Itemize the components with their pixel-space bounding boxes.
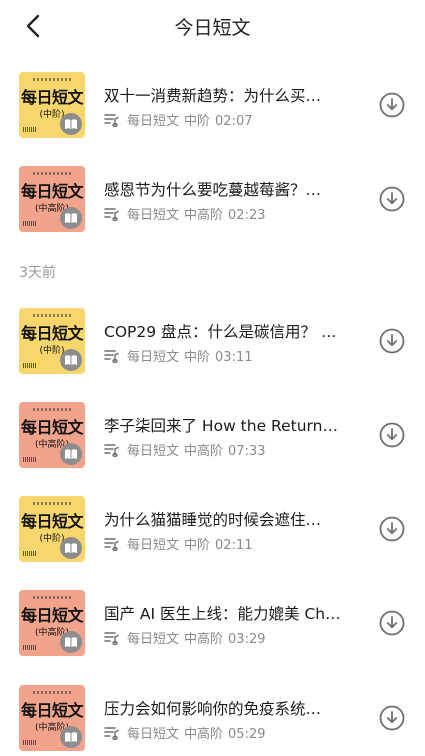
item-title[interactable]: 双十一消费新趋势：为什么买… [104, 84, 344, 106]
download-circle-icon[interactable] [379, 610, 405, 636]
level-label: 中高阶 [184, 727, 224, 742]
cover-image[interactable]: 每日短文 (中高阶) [19, 590, 85, 656]
meta-text: 每日短文 中高阶 07:33 [127, 440, 266, 459]
channel-name: 每日短文 [127, 538, 180, 553]
list-item[interactable]: 每日短文 (中高阶) 感恩节为什么要吃蔓越莓酱？… 每日短文 中高阶 02:23 [0, 166, 425, 246]
playlist-icon [104, 444, 119, 457]
channel-name: 每日短文 [127, 632, 180, 647]
level-label: 中阶 [184, 538, 211, 553]
meta-text: 每日短文 中阶 03:11 [127, 346, 253, 365]
cover-title: 每日短文 [20, 701, 84, 720]
channel-name: 每日短文 [127, 727, 180, 742]
cover-image[interactable]: 每日短文 (中高阶) [19, 166, 85, 232]
barcode-decoration [23, 551, 37, 556]
cover-decoration [33, 78, 71, 81]
cover-decoration [33, 691, 71, 694]
cover-title: 每日短文 [20, 324, 84, 343]
meta-text: 每日短文 中高阶 02:23 [127, 204, 266, 223]
playlist-icon [104, 114, 119, 127]
meta-text: 每日短文 中阶 02:07 [127, 110, 253, 129]
item-title[interactable]: 感恩节为什么要吃蔓越莓酱？… [104, 178, 344, 200]
cover-decoration [33, 314, 71, 317]
level-label: 中高阶 [184, 444, 224, 459]
book-icon [60, 349, 82, 371]
cover-title: 每日短文 [20, 88, 84, 107]
level-label: 中阶 [184, 114, 211, 129]
download-circle-icon[interactable] [379, 422, 405, 448]
duration-label: 05:29 [228, 727, 266, 742]
cover-image[interactable]: 每日短文 (中高阶) [19, 402, 85, 468]
cover-image[interactable]: 每日短文 (中高阶) [19, 685, 85, 751]
playlist-icon [104, 350, 119, 363]
cover-image[interactable]: 每日短文 (中阶) [19, 72, 85, 138]
item-title[interactable]: COP29 盘点：什么是碳信用？ … [104, 320, 344, 342]
list-item[interactable]: 每日短文 (中阶) COP29 盘点：什么是碳信用？ … 每日短文 中阶 03:11 [0, 308, 425, 388]
cover-image[interactable]: 每日短文 (中阶) [19, 308, 85, 374]
download-circle-icon[interactable] [379, 516, 405, 542]
duration-label: 03:29 [228, 632, 266, 647]
list-item[interactable]: 每日短文 (中高阶) 李子柒回来了 How the Return… 每日短文 中高阶 07… [0, 402, 425, 482]
duration-label: 07:33 [228, 444, 266, 459]
cover-title: 每日短文 [20, 512, 84, 531]
cover-title: 每日短文 [20, 418, 84, 437]
cover-title: 每日短文 [20, 182, 84, 201]
list-item[interactable]: 每日短文 (中阶) 为什么猫猫睡觉的时候会遮住… 每日短文 中阶 02:11 [0, 496, 425, 576]
level-label: 中高阶 [184, 208, 224, 223]
duration-label: 02:23 [228, 208, 266, 223]
barcode-decoration [23, 363, 37, 368]
section-label: 3天前 [19, 265, 56, 281]
barcode-decoration [23, 740, 37, 745]
download-circle-icon[interactable] [379, 705, 405, 731]
level-label: 中阶 [184, 350, 211, 365]
book-icon [60, 443, 82, 465]
playlist-icon [104, 538, 119, 551]
cover-title: 每日短文 [20, 606, 84, 625]
meta-text: 每日短文 中高阶 05:29 [127, 723, 266, 742]
barcode-decoration [23, 457, 37, 462]
playlist-icon [104, 727, 119, 740]
book-icon [60, 207, 82, 229]
item-title[interactable]: 李子柒回来了 How the Return… [104, 414, 344, 436]
playlist-icon [104, 632, 119, 645]
page-title: 今日短文 [174, 17, 251, 39]
cover-decoration [33, 596, 71, 599]
cover-decoration [33, 502, 71, 505]
download-circle-icon[interactable] [379, 328, 405, 354]
duration-label: 02:11 [215, 538, 253, 553]
download-circle-icon[interactable] [379, 186, 405, 212]
channel-name: 每日短文 [127, 114, 180, 129]
book-icon [60, 726, 82, 748]
cover-decoration [33, 172, 71, 175]
item-title[interactable]: 压力会如何影响你的免疫系统… [104, 697, 344, 719]
barcode-decoration [23, 645, 37, 650]
channel-name: 每日短文 [127, 208, 180, 223]
barcode-decoration [23, 221, 37, 226]
barcode-decoration [23, 127, 37, 132]
channel-name: 每日短文 [127, 444, 180, 459]
book-icon [60, 113, 82, 135]
item-title[interactable]: 为什么猫猫睡觉的时候会遮住… [104, 508, 344, 530]
cover-decoration [33, 408, 71, 411]
meta-text: 每日短文 中高阶 03:29 [127, 628, 266, 647]
cover-image[interactable]: 每日短文 (中阶) [19, 496, 85, 562]
meta-text: 每日短文 中阶 02:11 [127, 534, 253, 553]
level-label: 中高阶 [184, 632, 224, 647]
download-circle-icon[interactable] [379, 92, 405, 118]
book-icon [60, 537, 82, 559]
top-bar: 今日短文 [0, 0, 425, 52]
duration-label: 02:07 [215, 114, 253, 129]
list-item[interactable]: 每日短文 (中高阶) 国产 AI 医生上线：能力媲美 Ch… 每日短文 中高阶 03:29 [0, 590, 425, 670]
list-item[interactable]: 每日短文 (中阶) 双十一消费新趋势：为什么买… 每日短文 中阶 02:07 [0, 72, 425, 152]
playlist-icon [104, 208, 119, 221]
channel-name: 每日短文 [127, 350, 180, 365]
book-icon [60, 631, 82, 653]
item-title[interactable]: 国产 AI 医生上线：能力媲美 Ch… [104, 602, 344, 624]
list-item[interactable]: 每日短文 (中高阶) 压力会如何影响你的免疫系统… 每日短文 中高阶 05:29 [0, 685, 425, 756]
duration-label: 03:11 [215, 350, 253, 365]
